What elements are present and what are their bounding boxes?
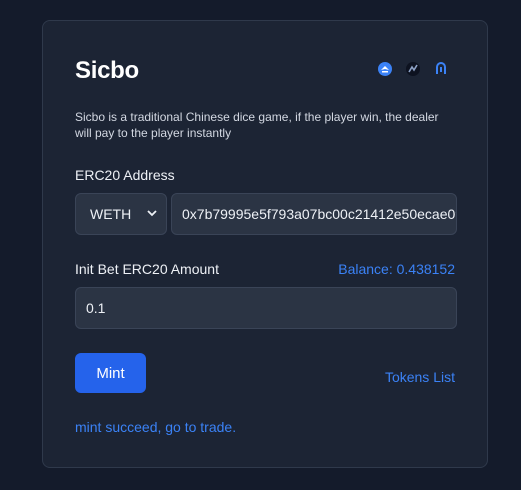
amount-input[interactable]: 0.1 [75, 287, 457, 329]
sicbo-card: Sicbo Sicbo is a traditional Chinese dic… [42, 20, 488, 468]
token-select[interactable]: WETH [75, 193, 167, 235]
chart-icon[interactable] [405, 61, 421, 77]
balance-text: Balance: 0.438152 [338, 261, 455, 277]
token-select-value: WETH [90, 206, 132, 222]
mint-button[interactable]: Mint [75, 353, 146, 393]
tokens-list-link[interactable]: Tokens List [385, 369, 455, 385]
address-input[interactable]: 0x7b79995e5f793a07bc00c21412e50ecae098e7… [171, 193, 457, 235]
status-message-link[interactable]: mint succeed, go to trade. [75, 419, 236, 435]
page-title: Sicbo [75, 57, 139, 84]
amount-label: Init Bet ERC20 Amount [75, 261, 219, 277]
address-label: ERC20 Address [75, 167, 175, 183]
chevron-down-icon [147, 210, 157, 217]
wallet-icon[interactable] [377, 61, 393, 77]
game-description: Sicbo is a traditional Chinese dice game… [75, 110, 439, 140]
link-icon[interactable] [433, 61, 449, 77]
header-icons [377, 61, 449, 77]
